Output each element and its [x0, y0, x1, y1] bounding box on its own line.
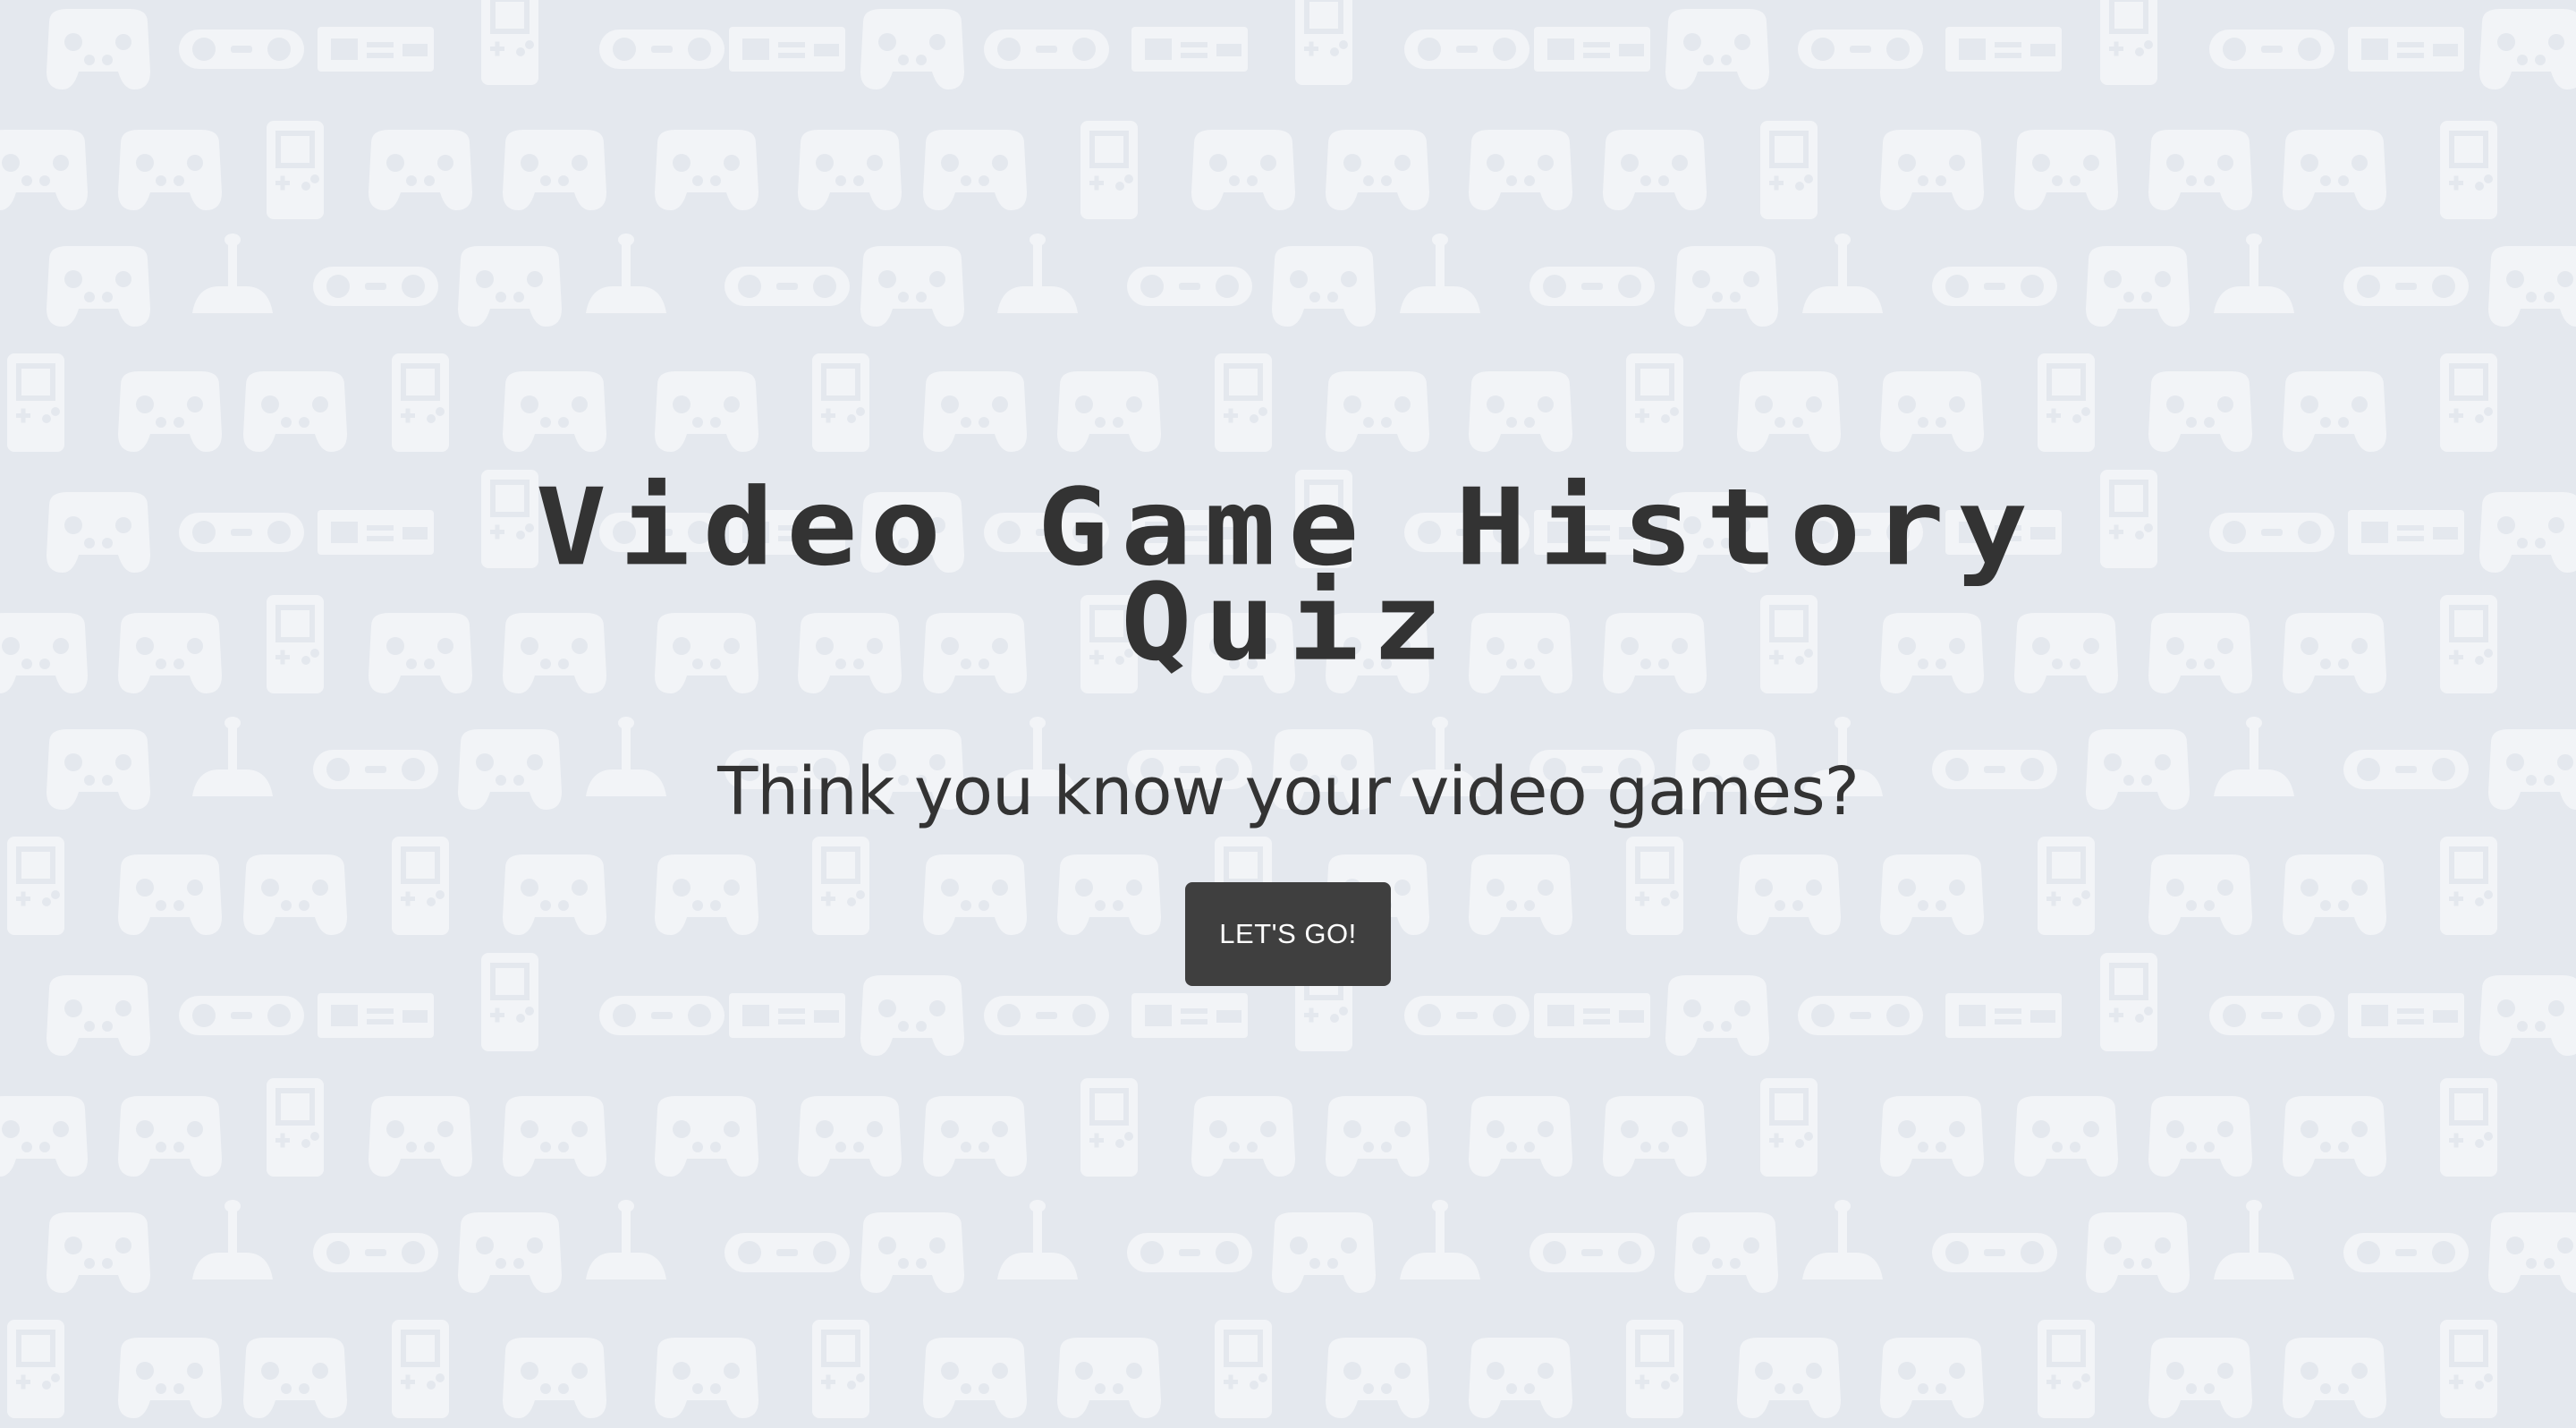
- start-quiz-button[interactable]: LET'S GO!: [1185, 882, 1391, 986]
- quiz-start-screen: Video Game History Quiz Think you know y…: [0, 0, 2576, 1428]
- page-title: Video Game History Quiz: [535, 465, 2041, 685]
- page-subtitle: Think you know your video games?: [717, 753, 1860, 830]
